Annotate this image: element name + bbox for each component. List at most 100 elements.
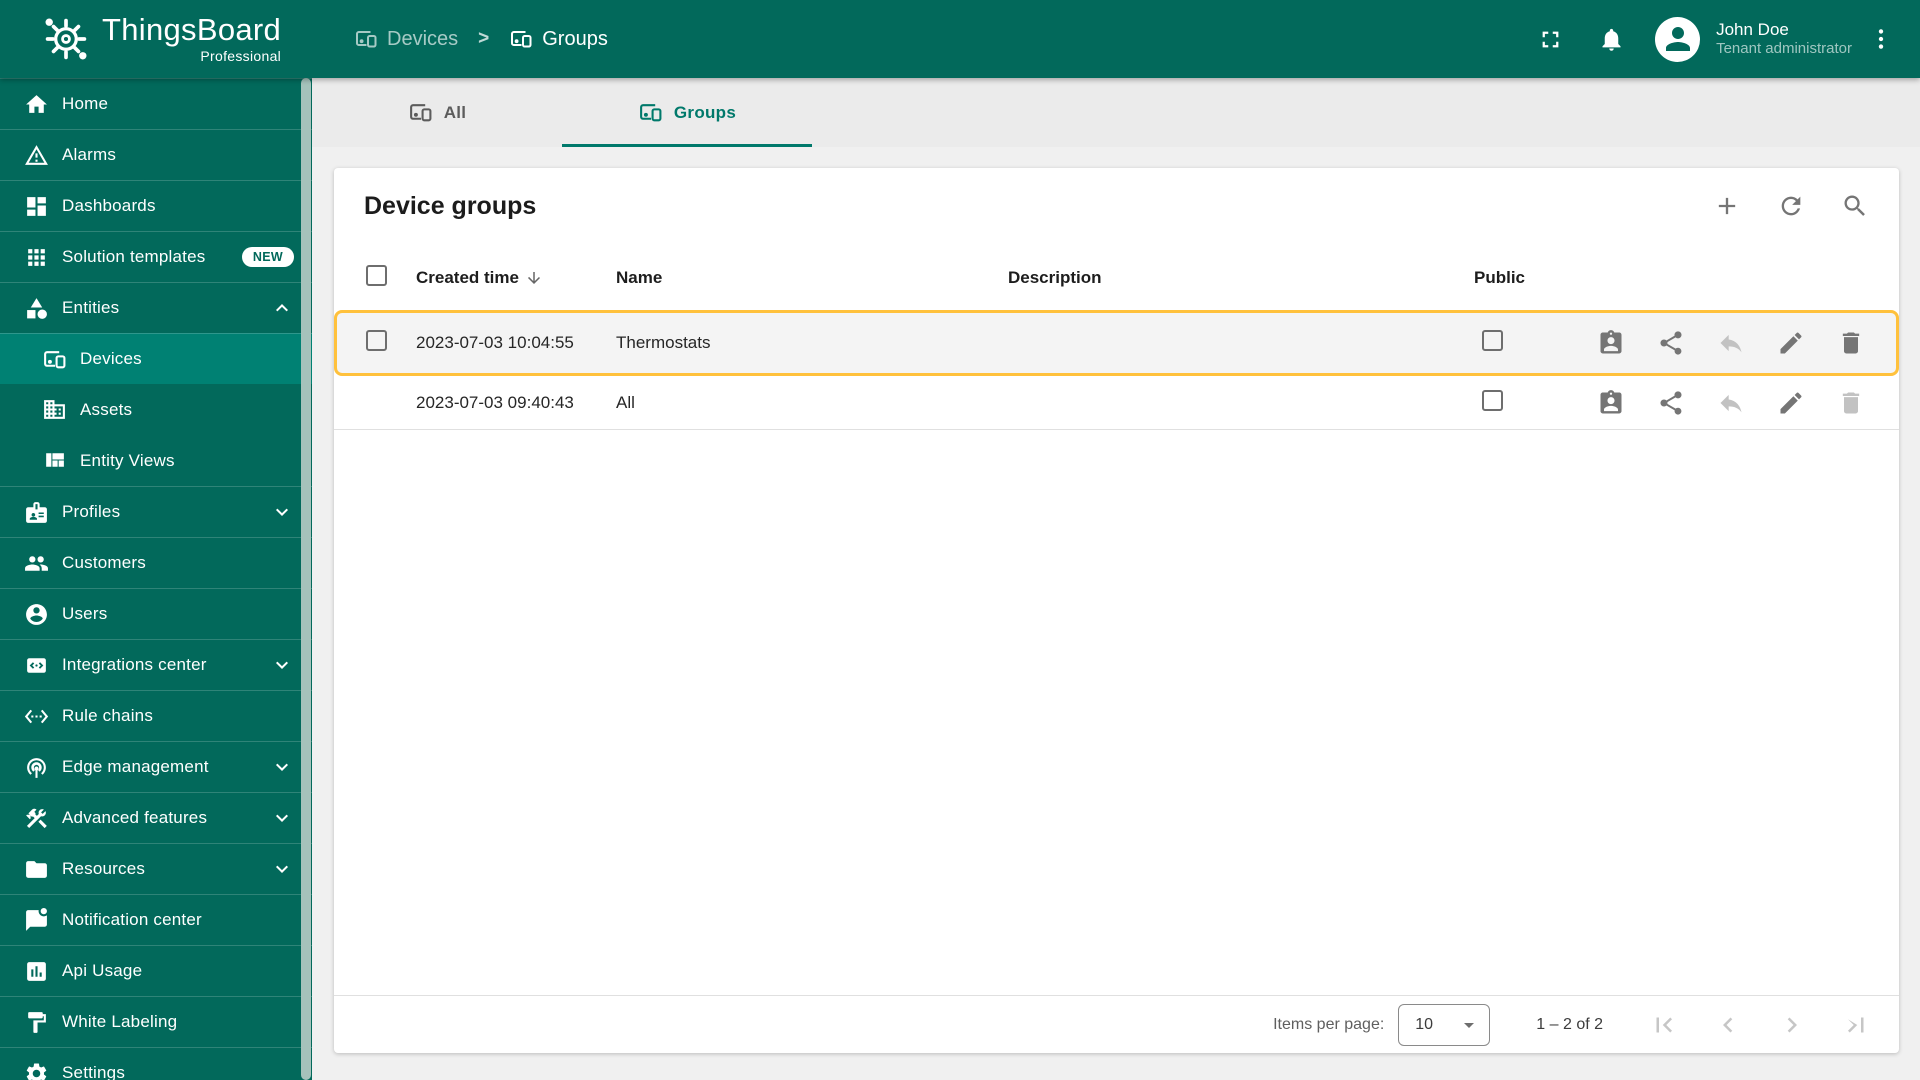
column-header-public[interactable]: Public bbox=[1474, 268, 1594, 288]
avatar[interactable] bbox=[1655, 16, 1701, 62]
brand-name: ThingsBoard bbox=[102, 12, 282, 47]
category-icon bbox=[24, 296, 49, 321]
account-circle-icon bbox=[24, 602, 49, 627]
table-header-row: Created time Name Description Public bbox=[334, 250, 1899, 306]
column-header-description[interactable]: Description bbox=[1008, 268, 1474, 288]
chevron-down-icon bbox=[270, 857, 294, 881]
column-header-created-time[interactable]: Created time bbox=[416, 268, 616, 288]
device-groups-card: Device groups Created time Name Descript… bbox=[334, 168, 1899, 1053]
sidebar-item-advanced-features[interactable]: Advanced features bbox=[0, 792, 312, 843]
page-range-label: 1 – 2 of 2 bbox=[1536, 1015, 1603, 1033]
chevron-down-icon bbox=[270, 755, 294, 779]
notifications-button[interactable] bbox=[1598, 26, 1625, 53]
device-group-icon bbox=[638, 100, 663, 125]
sidebar-item-solution-templates[interactable]: Solution templates NEW bbox=[0, 231, 312, 282]
edit-button[interactable] bbox=[1777, 329, 1805, 357]
chevron-down-icon bbox=[270, 500, 294, 524]
chevron-down-icon bbox=[270, 653, 294, 677]
items-per-page-select[interactable]: 10 bbox=[1398, 1003, 1491, 1046]
device-group-icon bbox=[509, 27, 533, 51]
tools-icon bbox=[24, 806, 49, 831]
add-group-button[interactable] bbox=[1713, 192, 1741, 220]
main-content: All Groups Device groups Created time Na… bbox=[312, 78, 1920, 1080]
first-page-button bbox=[1649, 1010, 1679, 1040]
table-row-all[interactable]: 2023-07-03 09:40:43 All bbox=[334, 376, 1899, 430]
sidebar-item-users[interactable]: Users bbox=[0, 588, 312, 639]
integration-icon bbox=[24, 653, 49, 678]
apps-grid-icon bbox=[24, 245, 49, 270]
antenna-icon bbox=[24, 755, 49, 780]
share-button[interactable] bbox=[1657, 389, 1685, 417]
delete-button[interactable] bbox=[1837, 329, 1865, 357]
breadcrumb-separator: > bbox=[478, 28, 490, 49]
sidebar-item-devices[interactable]: Devices bbox=[0, 333, 312, 384]
sidebar-item-white-labeling[interactable]: White Labeling bbox=[0, 996, 312, 1047]
app-logo[interactable]: ThingsBoard Professional bbox=[0, 13, 312, 65]
active-tab-indicator bbox=[562, 144, 812, 147]
cell-created-time: 2023-07-03 10:04:55 bbox=[416, 333, 574, 352]
public-checkbox bbox=[1482, 330, 1503, 351]
breadcrumb-item-devices[interactable]: Devices bbox=[354, 27, 458, 51]
sidebar-item-entity-views[interactable]: Entity Views bbox=[0, 435, 312, 486]
refresh-icon bbox=[1777, 192, 1805, 220]
folder-icon bbox=[24, 857, 49, 882]
sidebar-item-api-usage[interactable]: Api Usage bbox=[0, 945, 312, 996]
sidebar-item-edge-management[interactable]: Edge management bbox=[0, 741, 312, 792]
paginator: Items per page: 10 1 – 2 of 2 bbox=[334, 995, 1899, 1053]
sidebar-item-entities[interactable]: Entities bbox=[0, 282, 312, 333]
ethernet-icon bbox=[24, 704, 49, 729]
share-icon bbox=[1657, 329, 1685, 357]
view-quilt-icon bbox=[42, 448, 67, 473]
sidebar-item-integrations-center[interactable]: Integrations center bbox=[0, 639, 312, 690]
building-icon bbox=[42, 397, 67, 422]
manage-permissions-button[interactable] bbox=[1597, 389, 1625, 417]
column-header-name[interactable]: Name bbox=[616, 268, 1008, 288]
row-actions bbox=[1594, 389, 1865, 417]
fullscreen-button[interactable] bbox=[1537, 26, 1564, 53]
thingsboard-logo-icon bbox=[40, 13, 92, 65]
user-menu-button[interactable] bbox=[1868, 26, 1894, 52]
select-all-checkbox[interactable] bbox=[366, 265, 387, 286]
edit-button[interactable] bbox=[1777, 389, 1805, 417]
cell-name: All bbox=[616, 392, 635, 412]
top-bar: ThingsBoard Professional Devices > Group… bbox=[0, 0, 1920, 78]
sidebar-item-resources[interactable]: Resources bbox=[0, 843, 312, 894]
sidebar-scrollbar[interactable] bbox=[301, 78, 311, 1080]
device-group-icon bbox=[408, 100, 433, 125]
new-badge: NEW bbox=[241, 247, 294, 267]
warning-icon bbox=[24, 143, 49, 168]
sidebar-item-assets[interactable]: Assets bbox=[0, 384, 312, 435]
sidebar-item-rule-chains[interactable]: Rule chains bbox=[0, 690, 312, 741]
table-row-thermostats[interactable]: 2023-07-03 10:04:55 Thermostats bbox=[334, 310, 1899, 376]
sidebar-item-notification-center[interactable]: Notification center bbox=[0, 894, 312, 945]
device-group-icon bbox=[42, 347, 67, 372]
sidebar-item-settings[interactable]: Settings bbox=[0, 1047, 312, 1080]
delete-button bbox=[1837, 389, 1865, 417]
previous-page-button bbox=[1713, 1010, 1743, 1040]
sidebar-item-profiles[interactable]: Profiles bbox=[0, 486, 312, 537]
device-group-icon bbox=[354, 27, 378, 51]
dropdown-caret-icon bbox=[1457, 1013, 1481, 1037]
last-page-icon bbox=[1841, 1010, 1871, 1040]
share-button[interactable] bbox=[1657, 329, 1685, 357]
public-checkbox bbox=[1482, 389, 1503, 411]
user-role: Tenant administrator bbox=[1716, 40, 1852, 58]
sidebar-item-customers[interactable]: Customers bbox=[0, 537, 312, 588]
tab-bar: All Groups bbox=[312, 78, 1920, 147]
tab-groups[interactable]: Groups bbox=[562, 78, 812, 147]
row-checkbox[interactable] bbox=[366, 330, 387, 351]
sidebar-item-dashboards[interactable]: Dashboards bbox=[0, 180, 312, 231]
undo-arrow-icon bbox=[1717, 389, 1745, 417]
sidebar-item-home[interactable]: Home bbox=[0, 78, 312, 129]
sidebar-item-alarms[interactable]: Alarms bbox=[0, 129, 312, 180]
search-button[interactable] bbox=[1841, 192, 1869, 220]
refresh-button[interactable] bbox=[1777, 192, 1805, 220]
tab-all[interactable]: All bbox=[312, 78, 562, 147]
breadcrumb-item-groups[interactable]: Groups bbox=[509, 27, 608, 51]
share-icon bbox=[1657, 389, 1685, 417]
plus-icon bbox=[1713, 192, 1741, 220]
cell-created-time: 2023-07-03 09:40:43 bbox=[416, 392, 574, 412]
search-icon bbox=[1841, 192, 1869, 220]
user-info[interactable]: John Doe Tenant administrator bbox=[1716, 19, 1852, 59]
manage-permissions-button[interactable] bbox=[1597, 329, 1625, 357]
